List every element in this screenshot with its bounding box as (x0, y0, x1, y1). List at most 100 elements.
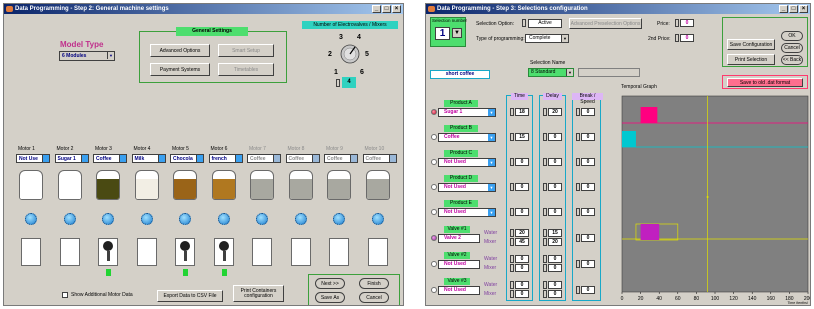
delay-spinner[interactable] (543, 208, 547, 216)
motor-dropdown[interactable]: Coffee (247, 154, 281, 163)
mixer-delay-spinner[interactable] (543, 238, 547, 246)
water-delay-value[interactable]: 15 (548, 229, 562, 237)
price-spinner[interactable] (675, 19, 679, 27)
selection-name-extra-field[interactable] (578, 68, 640, 77)
cancel-button[interactable]: Cancel (359, 292, 389, 303)
delay-value[interactable]: 20 (548, 108, 562, 116)
valve-radio[interactable] (431, 261, 437, 267)
motor-dropdown[interactable]: Coffee (93, 154, 127, 163)
time-value[interactable]: 15 (515, 133, 529, 141)
water-time-spinner[interactable] (510, 255, 514, 263)
product-radio[interactable] (431, 109, 437, 115)
gear-icon[interactable] (217, 213, 230, 225)
product-dropdown[interactable]: Coffee ▼ (438, 133, 496, 142)
price-value[interactable]: 0 (680, 19, 694, 27)
next-button[interactable]: Next >> (315, 278, 345, 289)
back-button[interactable]: << Back (781, 55, 803, 65)
gear-icon[interactable] (63, 213, 76, 225)
mixer-time-value[interactable]: 45 (515, 238, 529, 246)
motor-dropdown[interactable]: Chocola (170, 154, 204, 163)
product-dropdown[interactable]: Not Used ▼ (438, 208, 496, 217)
valve-dropdown[interactable]: Not Used (438, 286, 480, 295)
water-time-value[interactable]: 20 (515, 229, 529, 237)
break-spinner[interactable] (576, 208, 580, 216)
finish-button[interactable]: Finish (359, 278, 389, 289)
water-time-spinner[interactable] (510, 229, 514, 237)
product-radio[interactable] (431, 184, 437, 190)
product-name-field[interactable]: short coffee (430, 70, 490, 79)
gear-icon[interactable] (256, 213, 268, 225)
mixer-time-spinner[interactable] (510, 290, 514, 298)
minimize-button[interactable]: _ (779, 5, 788, 13)
break-spinner[interactable] (576, 286, 580, 294)
export-csv-button[interactable]: Export Data to CSV File (157, 290, 223, 302)
time-spinner[interactable] (510, 208, 514, 216)
break-value[interactable]: 0 (581, 234, 595, 242)
selection-name-dropdown[interactable]: 8 Standard ▼ (528, 68, 574, 77)
mixer-time-value[interactable]: 0 (515, 264, 529, 272)
save-old-format-button[interactable]: Save to old .dat format (727, 78, 803, 87)
mixer-time-value[interactable]: 0 (515, 290, 529, 298)
maximize-button[interactable]: □ (789, 5, 798, 13)
time-value[interactable]: 0 (515, 208, 529, 216)
motor-dropdown[interactable]: Not Use (16, 154, 50, 163)
payment-systems-button[interactable]: Payment Systems (150, 63, 210, 76)
delay-value[interactable]: 0 (548, 158, 562, 166)
break-value[interactable]: 0 (581, 133, 595, 141)
valve-dropdown[interactable]: Valve 2 (438, 234, 480, 243)
motor-dropdown[interactable]: Coffee (285, 154, 320, 163)
product-dropdown[interactable]: Not Used ▼ (438, 183, 496, 192)
break-spinner[interactable] (576, 183, 580, 191)
delay-spinner[interactable] (543, 133, 547, 141)
delay-value[interactable]: 0 (548, 208, 562, 216)
gear-icon[interactable] (371, 213, 384, 225)
selection-option-spinner[interactable] (522, 19, 526, 27)
motor-dropdown[interactable]: Coffee (324, 154, 358, 163)
delay-spinner[interactable] (543, 158, 547, 166)
close-button[interactable]: × (799, 5, 808, 13)
show-additional-checkbox[interactable] (62, 292, 68, 298)
break-value[interactable]: 0 (581, 260, 595, 268)
selection-number-chevron-icon[interactable]: ▼ (452, 28, 462, 38)
gear-icon[interactable] (294, 213, 307, 225)
minimize-button[interactable]: _ (372, 5, 381, 13)
gear-icon[interactable] (179, 213, 191, 225)
selection-number-value[interactable]: 1 (435, 27, 450, 40)
cancel-button[interactable]: Cancel (781, 43, 803, 53)
second-price-value[interactable]: 0 (680, 34, 694, 42)
product-dropdown[interactable]: Sugar 1 ▼ (438, 108, 496, 117)
electrovalves-dial[interactable]: 2 3 4 5 1 6 (322, 30, 382, 80)
water-time-value[interactable]: 0 (515, 255, 529, 263)
save-configuration-button[interactable]: Save Configuration (727, 39, 775, 50)
save-as-button[interactable]: Save As (315, 292, 345, 303)
time-value[interactable]: 18 (515, 108, 529, 116)
break-value[interactable]: 0 (581, 108, 595, 116)
delay-spinner[interactable] (543, 108, 547, 116)
type-of-programming-dropdown[interactable]: Complete ▼ (525, 34, 569, 43)
close-button[interactable]: × (392, 5, 401, 13)
mixer-delay-spinner[interactable] (543, 290, 547, 298)
break-value[interactable]: 0 (581, 286, 595, 294)
product-dropdown[interactable]: Not Used ▼ (438, 158, 496, 167)
break-value[interactable]: 0 (581, 208, 595, 216)
water-time-value[interactable]: 0 (515, 281, 529, 289)
delay-spinner[interactable] (543, 183, 547, 191)
break-value[interactable]: 0 (581, 183, 595, 191)
ok-button[interactable]: OK (781, 31, 803, 41)
gear-icon[interactable] (102, 213, 114, 225)
dial-spinner[interactable] (336, 79, 340, 87)
water-delay-value[interactable]: 0 (548, 281, 562, 289)
break-spinner[interactable] (576, 260, 580, 268)
advanced-preselection-button[interactable]: Advanced Preselection Options (569, 18, 642, 29)
mixer-delay-value[interactable]: 20 (548, 238, 562, 246)
time-spinner[interactable] (510, 183, 514, 191)
mixer-delay-value[interactable]: 0 (548, 290, 562, 298)
water-delay-value[interactable]: 0 (548, 255, 562, 263)
valve-radio[interactable] (431, 235, 437, 241)
motor-dropdown[interactable]: Sugar 1 (54, 154, 89, 163)
break-spinner[interactable] (576, 234, 580, 242)
gear-icon[interactable] (140, 213, 153, 225)
model-type-dropdown[interactable]: 6 Modules ▼ (59, 51, 115, 61)
product-radio[interactable] (431, 209, 437, 215)
print-selection-button[interactable]: Print Selection (727, 54, 775, 65)
